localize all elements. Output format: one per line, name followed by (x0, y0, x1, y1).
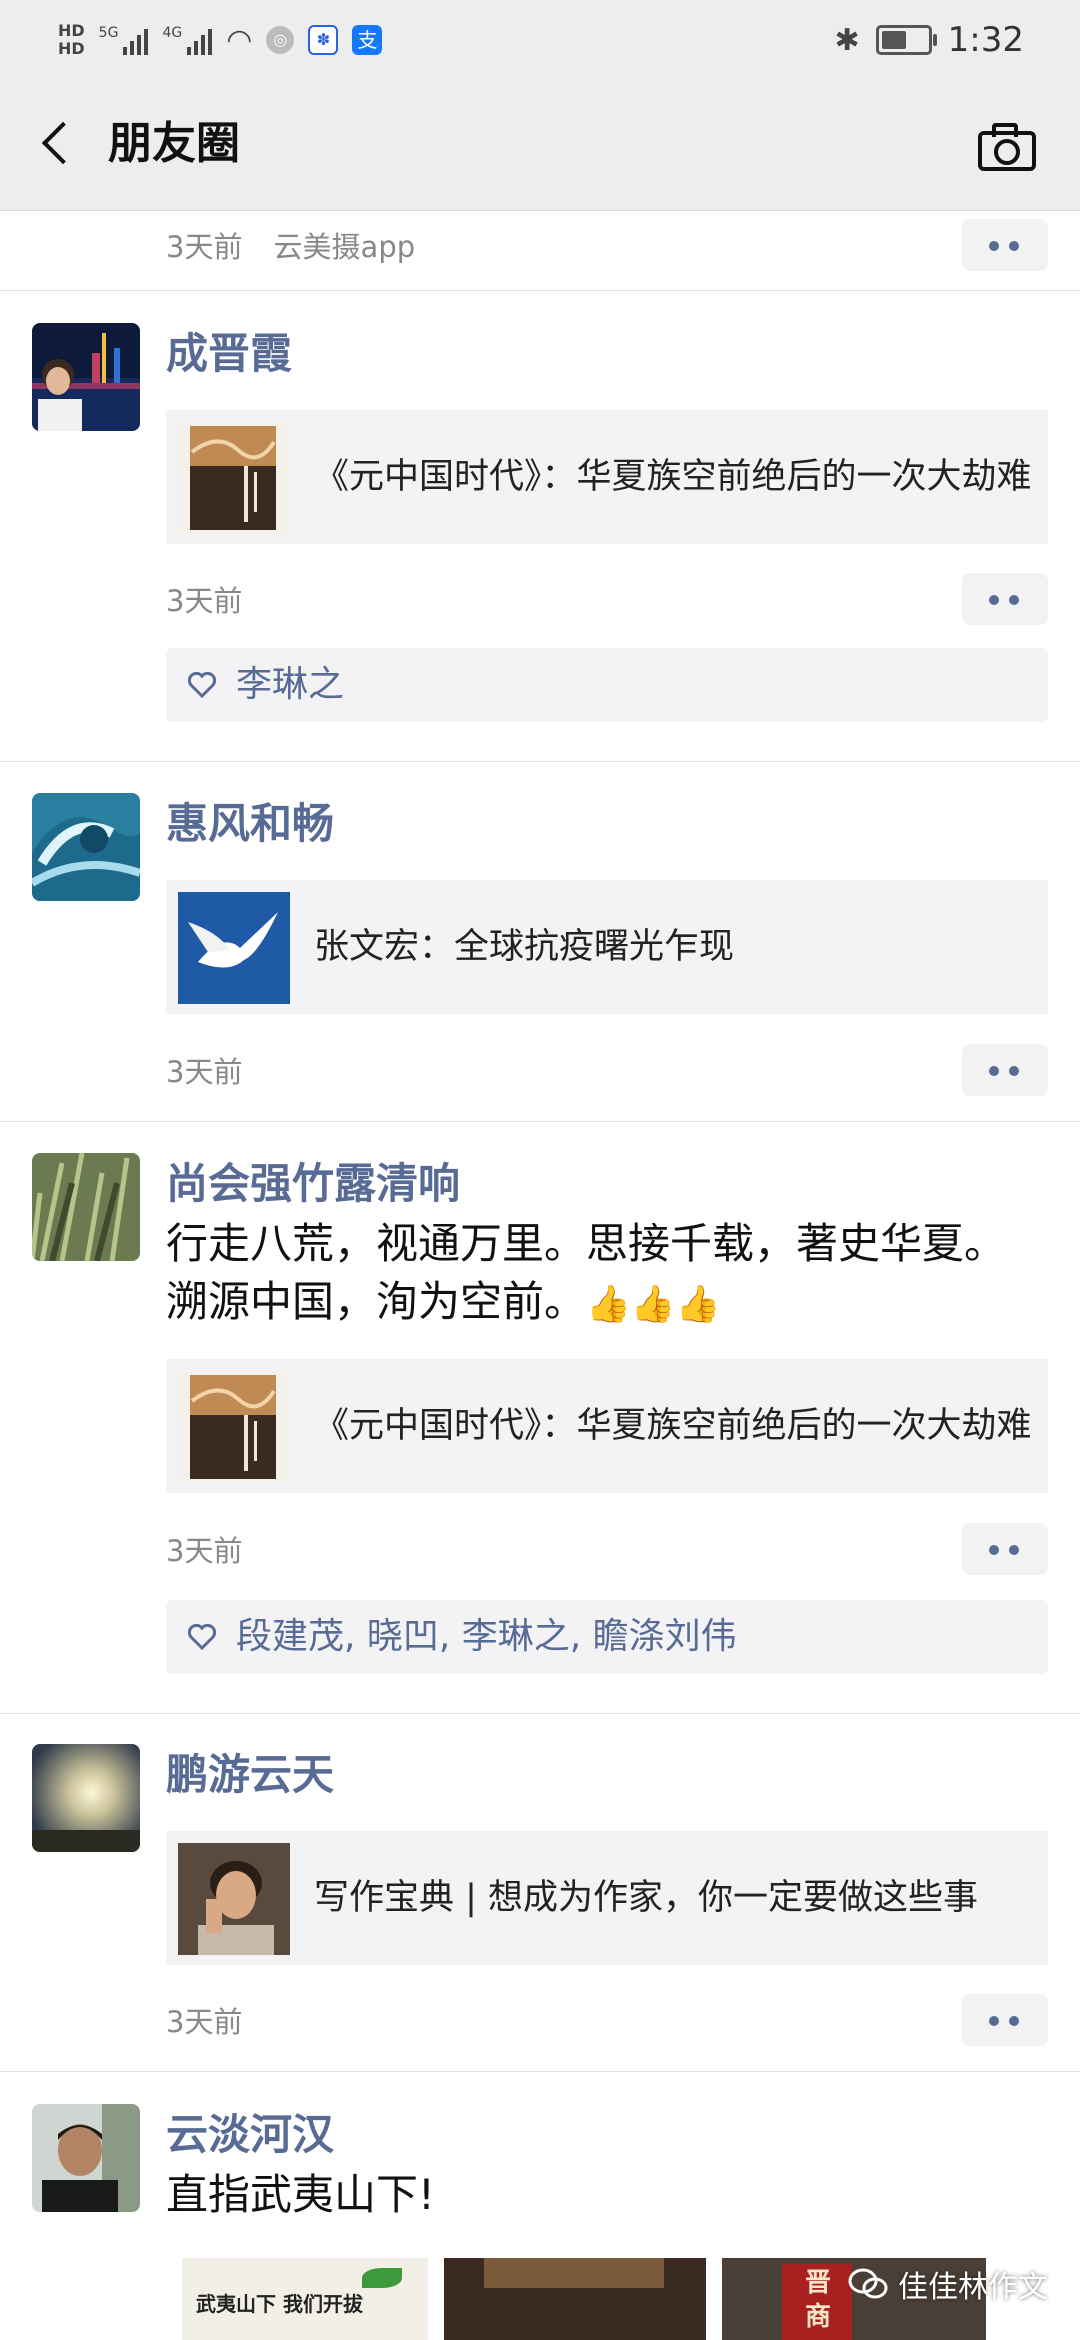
moments-feed[interactable]: 3天前 云美摄app 成晋霞 《元中国时代》：华夏族空前绝后的一次大劫难 3天前… (0, 211, 1080, 2340)
likes-names[interactable]: 李琳之 (236, 648, 344, 722)
post-divider (0, 290, 1080, 291)
more-options-button[interactable] (962, 1994, 1048, 2046)
battery-icon (875, 25, 937, 55)
more-options-button[interactable] (962, 219, 1048, 271)
post-divider (0, 2071, 1080, 2072)
likes-bar: 段建茂, 晓凹, 李琳之, 瞻涤刘伟 (166, 1600, 1048, 1674)
back-arrow-icon[interactable] (36, 118, 74, 168)
post-time: 3天前 (166, 2005, 243, 2039)
net2-label: 4G (162, 25, 183, 41)
link-thumbnail (178, 1371, 290, 1483)
photo-caption: 武夷山下 我们开拔 (196, 2292, 363, 2316)
photo-leaf (362, 2268, 402, 2288)
post-divider (0, 1121, 1080, 1122)
link-thumbnail (178, 422, 290, 534)
link-thumbnail (178, 892, 290, 1004)
more-options-button[interactable] (962, 1523, 1048, 1575)
link-thumbnail (178, 1843, 290, 1955)
baidu-app-icon: ✽ (308, 25, 339, 55)
photo-detail (484, 2258, 664, 2288)
likes-bar: 李琳之 (166, 648, 1048, 722)
hd-indicator: HD HD (58, 22, 85, 58)
post-meta-row: 3天前 (166, 1523, 1048, 1579)
notification-round-icon: ◎ (266, 26, 295, 54)
avatar[interactable] (32, 2104, 140, 2212)
photo-sign-text: 晋 商 (804, 2268, 831, 2332)
signal-5g-icon: 5G (99, 25, 149, 55)
post-text: 行走八荒，视通万里。思接千载，著史华夏。溯源中国，洵为空前。👍👍👍 (166, 1215, 1030, 1334)
page-title: 朋友圈 (108, 118, 240, 169)
shared-link-card[interactable]: 写作宝典 | 想成为作家，你一定要做这些事 (166, 1831, 1048, 1965)
status-right: ✱ 1:32 (835, 18, 1025, 62)
post-source-link[interactable]: 云美摄app (274, 230, 416, 264)
poster-name[interactable]: 惠风和畅 (166, 797, 334, 851)
watermark-text: 佳佳林作文 (898, 2270, 1048, 2305)
shared-link-card[interactable]: 张文宏：全球抗疫曙光乍现 (166, 880, 1048, 1014)
avatar[interactable] (32, 1153, 140, 1261)
thumbs-up-icon: 👍👍👍 (586, 1284, 721, 1325)
post-time: 3天前 (166, 584, 243, 618)
heart-icon (188, 672, 216, 698)
wifi-icon: ◠ (226, 22, 253, 58)
more-options-button[interactable] (962, 1044, 1048, 1096)
post-divider (0, 1713, 1080, 1714)
watermark: 佳佳林作文 (848, 2262, 1048, 2306)
avatar[interactable] (32, 1744, 140, 1852)
post-meta-row: 3天前 (166, 1044, 1048, 1100)
camera-icon[interactable] (978, 123, 1036, 171)
shared-link-card[interactable]: 《元中国时代》：华夏族空前绝后的一次大劫难 (166, 1359, 1048, 1493)
post-time: 3天前 (166, 230, 243, 264)
link-title: 张文宏：全球抗疫曙光乍现 (314, 927, 735, 967)
more-options-button[interactable] (962, 573, 1048, 625)
shared-link-card[interactable]: 《元中国时代》：华夏族空前绝后的一次大劫难 (166, 410, 1048, 544)
avatar[interactable] (32, 793, 140, 901)
poster-name[interactable]: 鹏游云天 (166, 1748, 334, 1802)
poster-name[interactable]: 成晋霞 (166, 327, 292, 381)
nav-bar: 朋友圈 (0, 78, 1080, 211)
link-title: 写作宝典 | 想成为作家，你一定要做这些事 (314, 1878, 979, 1918)
poster-name[interactable]: 云淡河汉 (166, 2108, 334, 2162)
post-meta-row: 3天前 (166, 573, 1048, 629)
poster-name[interactable]: 尚会强竹露清响 (166, 1157, 460, 1211)
likes-names[interactable]: 段建茂, 晓凹, 李琳之, 瞻涤刘伟 (236, 1600, 737, 1674)
wechat-logo-icon (848, 2268, 888, 2299)
post-time: 3天前 (166, 1534, 243, 1568)
camera-lens (994, 139, 1020, 165)
signal-4g-icon: 4G (162, 25, 213, 55)
battery-fill (881, 31, 906, 49)
status-left: HD HD 5G 4G ◠ ◎ ✽ 支 (58, 10, 383, 70)
post-photo[interactable] (444, 2258, 706, 2340)
avatar[interactable] (32, 323, 140, 431)
post-divider (0, 761, 1080, 762)
post-photo[interactable]: 武夷山下 我们开拔 (182, 2258, 428, 2340)
post-meta-row: 3天前 云美摄app (166, 219, 1048, 275)
hd1-label: HD (58, 21, 85, 40)
heart-icon (188, 1624, 216, 1650)
status-bar: HD HD 5G 4G ◠ ◎ ✽ 支 ✱ 1:32 (0, 0, 1080, 78)
link-title: 《元中国时代》：华夏族空前绝后的一次大劫难 (314, 1406, 1032, 1446)
post-meta-row: 3天前 (166, 1994, 1048, 2050)
bluetooth-icon: ✱ (834, 22, 860, 58)
net1-label: 5G (98, 25, 119, 41)
clock: 1:32 (947, 20, 1024, 60)
alipay-app-icon: 支 (352, 25, 383, 55)
hd2-label: HD (58, 39, 85, 58)
link-title: 《元中国时代》：华夏族空前绝后的一次大劫难 (314, 457, 1032, 497)
post-text: 直指武夷山下! (166, 2170, 435, 2219)
post-time: 3天前 (166, 1055, 243, 1089)
